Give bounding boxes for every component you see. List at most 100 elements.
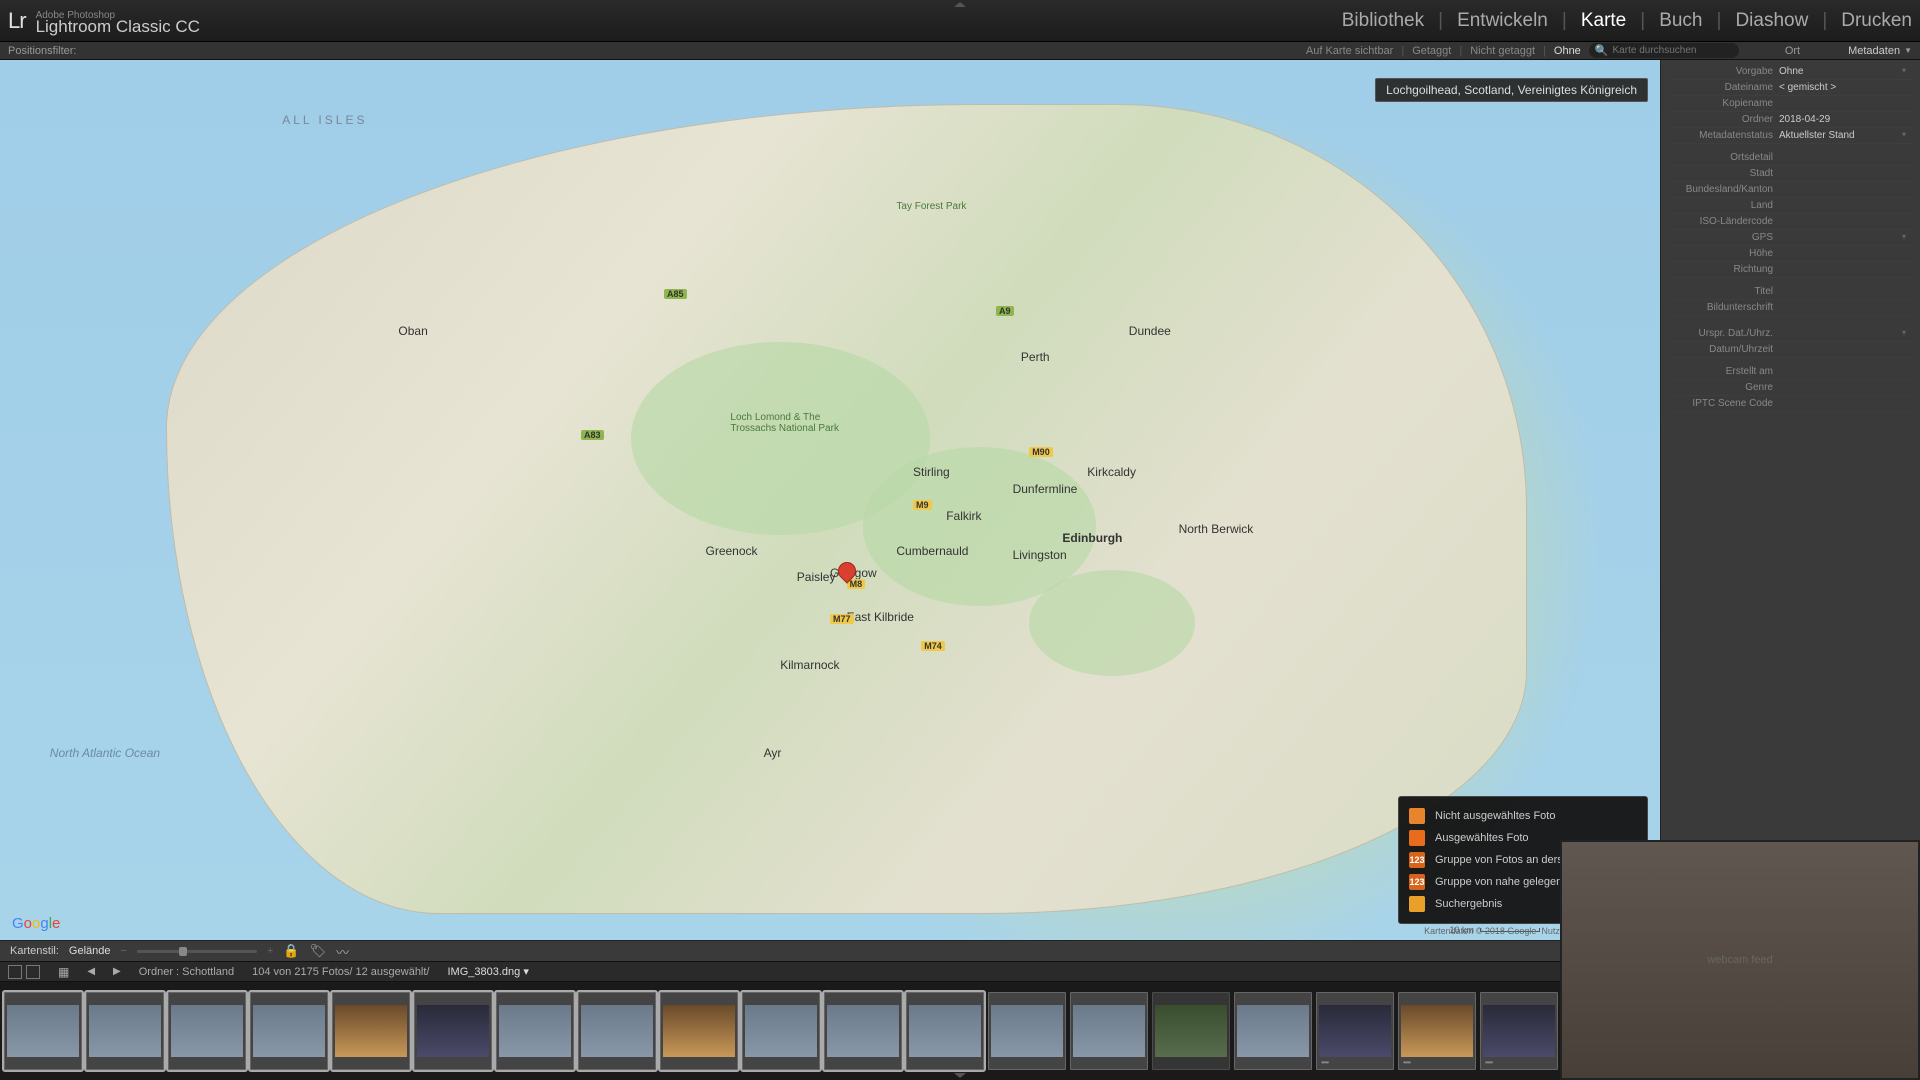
- city-north-berwick: North Berwick: [1179, 522, 1254, 536]
- filter-tagged[interactable]: Getaggt: [1412, 45, 1451, 57]
- label-all-isles: ALL ISLES: [282, 113, 367, 127]
- meta-country-key: Land: [1669, 200, 1779, 211]
- module-print[interactable]: Drucken: [1841, 10, 1912, 32]
- thumbnail[interactable]: [1234, 992, 1312, 1070]
- module-slideshow[interactable]: Diashow: [1735, 10, 1808, 32]
- map-search[interactable]: 🔍: [1589, 43, 1739, 58]
- meta-datetime-value[interactable]: [1779, 344, 1912, 355]
- meta-origin-value[interactable]: [1779, 328, 1902, 339]
- module-develop[interactable]: Entwickeln: [1457, 10, 1548, 32]
- road-m74: M74: [921, 641, 945, 651]
- meta-folder-key: Ordner: [1669, 114, 1779, 125]
- nav-next-icon[interactable]: ▶: [113, 966, 121, 977]
- thumbnail[interactable]: [414, 992, 492, 1070]
- meta-created-value[interactable]: [1779, 366, 1912, 377]
- thumbnail[interactable]: [332, 992, 410, 1070]
- meta-scene-value[interactable]: [1779, 398, 1912, 409]
- map-search-input[interactable]: [1613, 45, 1733, 56]
- thumbnail[interactable]: [824, 992, 902, 1070]
- meta-gps-value[interactable]: [1779, 232, 1902, 243]
- zoom-slider[interactable]: [137, 950, 257, 953]
- thumbnail[interactable]: [1070, 992, 1148, 1070]
- lock-icon[interactable]: 🔒: [283, 943, 299, 959]
- filter-none[interactable]: Ohne: [1554, 45, 1581, 57]
- city-oban: Oban: [398, 324, 427, 338]
- meta-genre-value[interactable]: [1779, 382, 1912, 393]
- module-library[interactable]: Bibliothek: [1342, 10, 1424, 32]
- meta-gps-key: GPS: [1669, 232, 1779, 243]
- thumbnail[interactable]: [86, 992, 164, 1070]
- road-m9: M9: [913, 500, 932, 510]
- legend-selected: Ausgewähltes Foto: [1435, 832, 1529, 844]
- chevron-down-icon[interactable]: ▼: [1904, 46, 1912, 55]
- meta-copyname-value[interactable]: [1779, 98, 1912, 109]
- meta-status-key: Metadatenstatus: [1669, 130, 1779, 141]
- meta-city-key: Stadt: [1669, 168, 1779, 179]
- panel-toggle-bottom[interactable]: [954, 1073, 966, 1078]
- search-icon: 🔍: [1595, 44, 1609, 57]
- meta-preset-key: Vorgabe: [1669, 66, 1779, 77]
- map-style-label: Kartenstil:: [10, 945, 59, 957]
- grid-icon[interactable]: ▦: [58, 965, 69, 979]
- module-map[interactable]: Karte: [1581, 10, 1626, 32]
- thumbnail[interactable]: [906, 992, 984, 1070]
- thumbnail[interactable]: ••••: [1398, 992, 1476, 1070]
- legend-group-near: Gruppe von nahe gelegen: [1435, 876, 1562, 888]
- city-kirkcaldy: Kirkcaldy: [1087, 465, 1136, 479]
- thumbnail[interactable]: [496, 992, 574, 1070]
- location-tooltip: Lochgoilhead, Scotland, Vereinigtes Köni…: [1375, 78, 1648, 102]
- thumbnail[interactable]: [988, 992, 1066, 1070]
- view-mode-1[interactable]: [8, 965, 22, 979]
- module-book[interactable]: Buch: [1659, 10, 1702, 32]
- thumbnail[interactable]: [660, 992, 738, 1070]
- tracklog-icon[interactable]: 〰: [336, 942, 349, 961]
- view-mode-2[interactable]: [26, 965, 40, 979]
- meta-status-value[interactable]: Aktuellster Stand: [1779, 130, 1902, 141]
- meta-sublocation-value[interactable]: [1779, 152, 1912, 163]
- thumbnail[interactable]: ••••: [1480, 992, 1558, 1070]
- meta-filename-value[interactable]: < gemischt >: [1779, 82, 1912, 93]
- map-location-marker[interactable]: [838, 562, 856, 584]
- meta-city-value[interactable]: [1779, 168, 1912, 179]
- thumbnail[interactable]: [742, 992, 820, 1070]
- filter-label: Positionsfilter:: [8, 45, 76, 57]
- source-folder[interactable]: Ordner : Schottland: [139, 966, 234, 978]
- meta-folder-value[interactable]: 2018-04-29: [1779, 114, 1912, 125]
- nav-prev-icon[interactable]: ◀: [87, 966, 95, 977]
- map-viewport[interactable]: Glasgow Edinburgh Dundee Perth Stirling …: [0, 60, 1660, 940]
- metadata-dropdown[interactable]: Metadaten: [1848, 45, 1900, 57]
- legend-unselected: Nicht ausgewähltes Foto: [1435, 810, 1555, 822]
- current-file[interactable]: IMG_3803.dng ▾: [448, 965, 529, 978]
- filter-untagged[interactable]: Nicht getaggt: [1470, 45, 1535, 57]
- thumbnail[interactable]: ••••: [1316, 992, 1394, 1070]
- road-m90: M90: [1029, 447, 1053, 457]
- meta-datetime-key: Datum/Uhrzeit: [1669, 344, 1779, 355]
- meta-preset-value[interactable]: Ohne: [1779, 66, 1902, 77]
- thumbnail[interactable]: [250, 992, 328, 1070]
- thumbnail[interactable]: [4, 992, 82, 1070]
- legend-pin-search-icon: [1409, 896, 1425, 912]
- panel-toggle-top[interactable]: [954, 2, 966, 7]
- meta-iso-key: ISO-Ländercode: [1669, 216, 1779, 227]
- meta-altitude-value[interactable]: [1779, 248, 1912, 259]
- meta-title-value[interactable]: [1779, 286, 1912, 297]
- label-north-atlantic: North Atlantic Ocean: [50, 746, 160, 760]
- park-loch-lomond: Loch Lomond & The Trossachs National Par…: [730, 412, 850, 434]
- meta-direction-value[interactable]: [1779, 264, 1912, 275]
- meta-country-value[interactable]: [1779, 200, 1912, 211]
- thumbnail[interactable]: [578, 992, 656, 1070]
- city-greenock: Greenock: [706, 544, 758, 558]
- filter-visible-on-map[interactable]: Auf Karte sichtbar: [1306, 45, 1393, 57]
- location-field-label[interactable]: Ort: [1785, 45, 1800, 57]
- metadata-panel: VorgabeOhne▾ Dateiname< gemischt > Kopie…: [1660, 60, 1920, 940]
- meta-state-value[interactable]: [1779, 184, 1912, 195]
- meta-direction-key: Richtung: [1669, 264, 1779, 275]
- meta-caption-value[interactable]: [1779, 302, 1912, 313]
- city-edinburgh: Edinburgh: [1062, 531, 1122, 545]
- city-cumbernauld: Cumbernauld: [896, 544, 968, 558]
- map-style-value[interactable]: Gelände: [69, 945, 111, 957]
- thumbnail[interactable]: [168, 992, 246, 1070]
- meta-iso-value[interactable]: [1779, 216, 1912, 227]
- tag-icon[interactable]: 🏷: [310, 943, 327, 959]
- thumbnail[interactable]: [1152, 992, 1230, 1070]
